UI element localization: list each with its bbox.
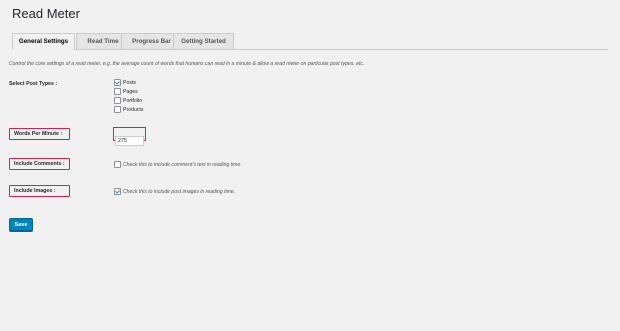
pages-option-label: Pages	[123, 88, 138, 95]
include-images-option[interactable]: Check this to include post images in rea…	[114, 187, 235, 196]
words-per-minute-input[interactable]	[115, 136, 144, 146]
settings-tabs: General Settings Read Time Progress Bar …	[12, 33, 608, 50]
post-type-option-products[interactable]: Products	[114, 105, 143, 114]
post-types-label: Select Post Types :	[9, 81, 58, 87]
include-images-label: Include Images :	[9, 185, 70, 197]
include-comments-option[interactable]: Check this to include comment's text in …	[114, 160, 242, 169]
include-comments-checkbox[interactable]	[114, 161, 121, 168]
page-title: Read Meter	[12, 6, 80, 21]
products-checkbox[interactable]	[114, 106, 121, 113]
portfolio-option-label: Portfolio	[123, 97, 143, 104]
posts-option-label: Posts	[123, 79, 136, 86]
posts-checkbox[interactable]	[114, 79, 121, 86]
portfolio-checkbox[interactable]	[114, 97, 121, 104]
words-per-minute-label: Words Per Minute :	[9, 128, 70, 140]
post-type-option-portfolio[interactable]: Portfolio	[114, 96, 143, 105]
post-type-option-posts[interactable]: Posts	[114, 78, 143, 87]
save-button[interactable]: Save	[9, 218, 33, 231]
words-per-minute-highlight	[113, 127, 146, 146]
include-comments-label: Include Comments :	[9, 158, 70, 170]
include-comments-text: Check this to include comment's text in …	[123, 161, 242, 168]
post-types-checkbox-group: Posts Pages Portfolio Products	[114, 78, 143, 114]
tab-getting-started[interactable]: Getting Started	[173, 33, 234, 49]
post-type-option-pages[interactable]: Pages	[114, 87, 143, 96]
include-images-checkbox[interactable]	[114, 188, 121, 195]
tab-general-settings[interactable]: General Settings	[12, 33, 75, 50]
include-images-text: Check this to include post images in rea…	[123, 188, 236, 195]
products-option-label: Products	[123, 106, 144, 113]
settings-description: Control the core settings of a read mete…	[9, 61, 365, 67]
pages-checkbox[interactable]	[114, 88, 121, 95]
